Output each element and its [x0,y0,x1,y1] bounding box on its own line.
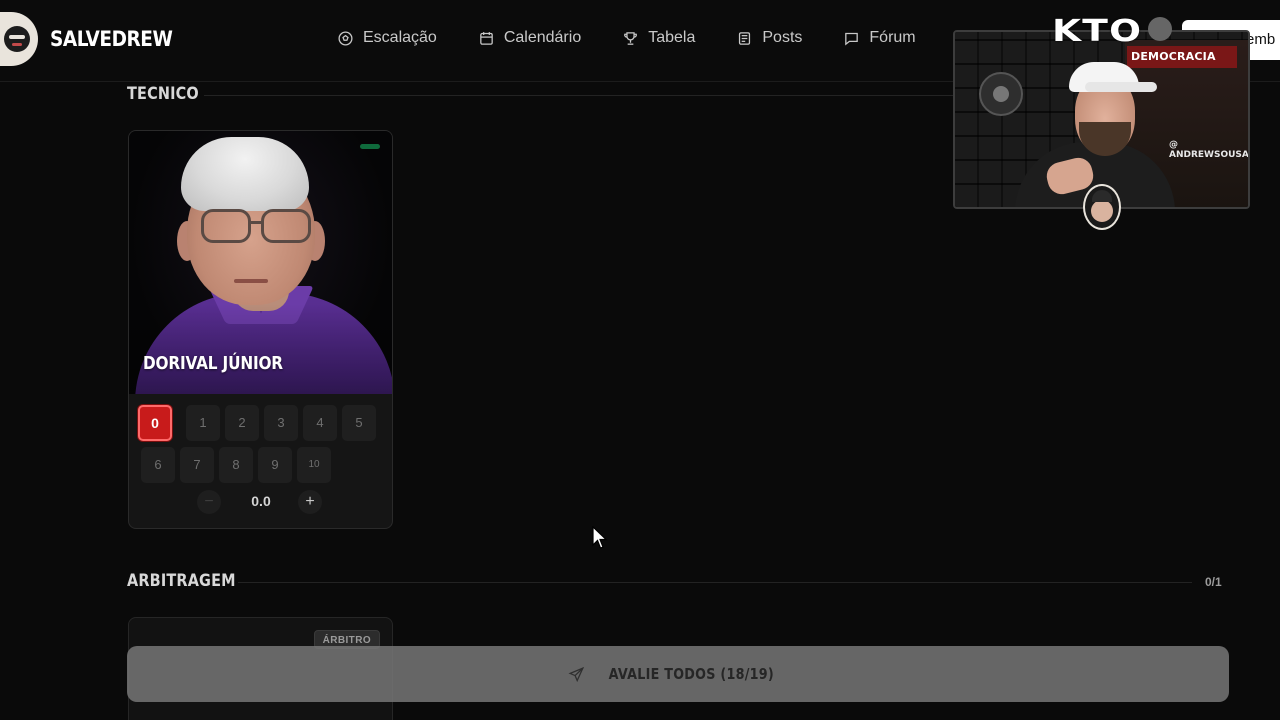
nav-label: Escalação [363,29,437,46]
nav-item-calendario[interactable]: Calendário [478,29,581,47]
nav-label: Calendário [503,29,582,46]
score-button-2[interactable]: 2 [225,405,259,441]
newspaper-icon [739,31,751,45]
score-button-10[interactable]: 10 [297,447,331,483]
section-divider [238,582,1192,583]
nav-label: Posts [762,29,803,46]
submit-label: AVALIE TODOS (18/19) [608,665,774,683]
score-button-8[interactable]: 8 [219,447,253,483]
score-button-0[interactable]: 0 [138,405,172,441]
section-divider [204,95,954,96]
nav-item-tabela[interactable]: Tabela [622,29,695,47]
section-title-arbitragem: ARBITRAGEM [127,571,236,591]
send-icon [568,666,584,682]
score-button-9[interactable]: 9 [258,447,292,483]
decrement-button[interactable]: − [197,490,221,514]
coach-card: DORIVAL JÚNIOR 0 1 2 3 4 5 6 7 8 9 10 − … [128,130,393,529]
club-emblem-icon [979,72,1023,116]
coach-photo: DORIVAL JÚNIOR [129,131,392,394]
score-button-3[interactable]: 3 [264,405,298,441]
score-button-5[interactable]: 5 [342,405,376,441]
score-button-1[interactable]: 1 [186,405,220,441]
score-button-4[interactable]: 4 [303,405,337,441]
chat-bubble-icon [845,32,859,45]
section-count: 0/1 [1205,575,1222,589]
brand-name: SALVEDREW [50,27,173,51]
nav-label: Tabela [648,29,696,46]
calendar-icon [480,31,493,45]
soccer-ball-icon [338,30,353,46]
mouse-cursor-icon [592,526,608,549]
webcam-banner-text: DEMOCRACIA [1131,50,1216,63]
sponsor-logo: KTO [1052,14,1143,49]
submit-all-button[interactable]: AVALIE TODOS (18/19) [127,646,1229,702]
nav-item-posts[interactable]: Posts [736,29,802,47]
nav-item-escalacao[interactable]: Escalação [337,29,437,47]
nav-label: Fórum [869,29,916,46]
webcam-handle-text: @ ANDREWSOUSA [1169,140,1249,160]
score-value: 0.0 [251,493,271,509]
coach-name: DORIVAL JÚNIOR [143,353,283,374]
brand-logo-icon [0,12,38,66]
trophy-icon [624,31,638,45]
score-button-6[interactable]: 6 [141,447,175,483]
webcam-overlay: DEMOCRACIA @ ANDREWSOUSA [953,30,1250,209]
section-title-tecnico: TECNICO [127,84,199,104]
status-indicator [360,144,380,149]
nav-item-forum[interactable]: Fórum [843,29,916,47]
sponsor-mark-icon [1148,17,1172,41]
score-button-7[interactable]: 7 [180,447,214,483]
brand-logo-link[interactable]: SALVEDREW [0,12,189,66]
increment-button[interactable]: + [298,490,322,514]
main-nav: Escalação Calendário Tabela Posts Fórum [337,29,957,47]
mascot-avatar-icon [1083,184,1121,230]
